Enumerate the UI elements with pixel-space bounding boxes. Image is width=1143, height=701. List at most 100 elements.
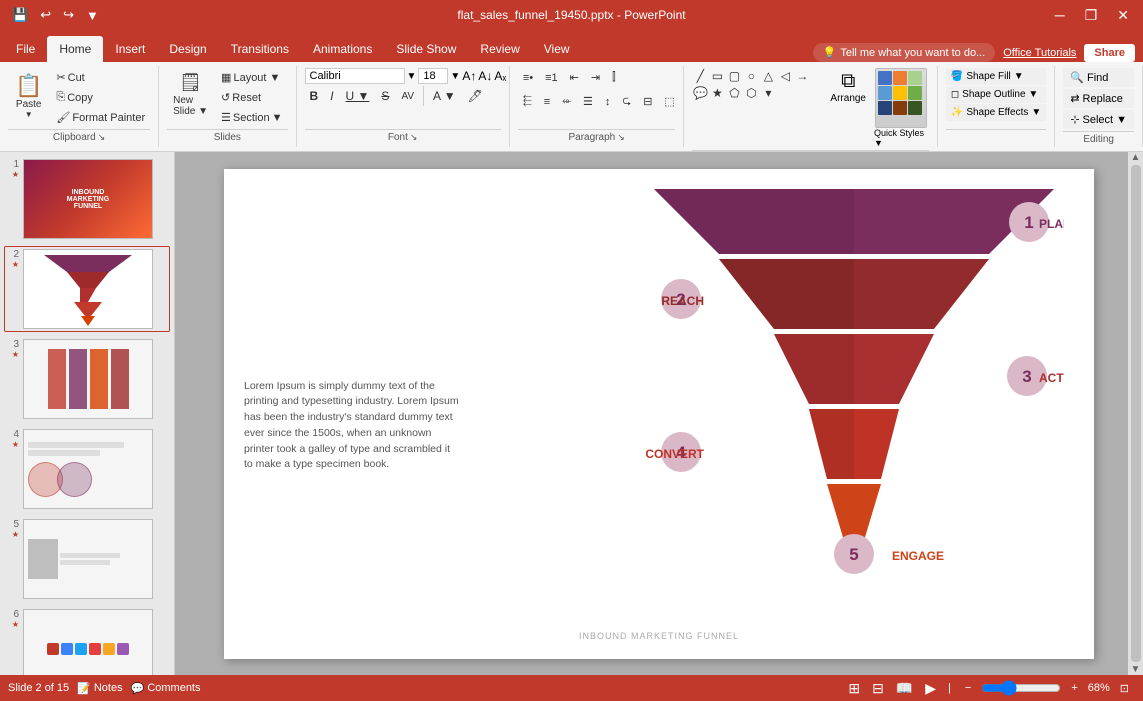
shape-effects-button[interactable]: ✨ Shape Effects ▼ xyxy=(946,104,1046,121)
reading-view-button[interactable]: 📖 xyxy=(892,678,917,699)
slide-thumb-5[interactable]: 5 ★ xyxy=(4,516,170,602)
normal-view-button[interactable]: ⊞ xyxy=(844,678,864,699)
reset-button[interactable]: ↺ Reset xyxy=(216,88,287,107)
callout-shape[interactable]: 💬 xyxy=(692,85,708,101)
zoom-slider[interactable] xyxy=(981,680,1061,696)
line-spacing-button[interactable]: ↕ xyxy=(600,93,616,111)
tab-insert[interactable]: Insert xyxy=(103,36,157,62)
slide-thumb-4[interactable]: 4 ★ xyxy=(4,426,170,512)
smartart-button[interactable]: ⬚ xyxy=(659,92,679,111)
restore-button[interactable]: ❐ xyxy=(1079,5,1104,26)
underline-button[interactable]: U ▼ xyxy=(341,86,375,106)
align-right-button[interactable]: ⬰ xyxy=(557,92,576,111)
rect-shape[interactable]: ▭ xyxy=(709,68,725,84)
notes-button[interactable]: 📝 Notes xyxy=(77,682,122,695)
align-text-button[interactable]: ⊟ xyxy=(638,92,657,111)
text-highlight-button[interactable]: 🖊 xyxy=(463,86,488,106)
layout-button[interactable]: ▦ Layout ▼ xyxy=(216,68,287,87)
tab-design[interactable]: Design xyxy=(157,36,218,62)
font-name-input[interactable] xyxy=(305,68,405,84)
font-color-button[interactable]: A ▼ xyxy=(428,86,461,106)
select-button[interactable]: ⊹ Select ▼ xyxy=(1063,110,1134,129)
italic-button[interactable]: I xyxy=(325,86,338,106)
tab-view[interactable]: View xyxy=(532,36,582,62)
tell-me-box[interactable]: 💡 Tell me what you want to do... xyxy=(813,43,996,62)
increase-indent-button[interactable]: ⇥ xyxy=(586,68,605,87)
slide-sorter-button[interactable]: ⊟ xyxy=(868,678,888,699)
scroll-down-canvas[interactable]: ▼ xyxy=(1131,664,1141,675)
tab-review[interactable]: Review xyxy=(468,36,531,62)
font-dropdown-icon[interactable]: ▼ xyxy=(407,71,417,82)
align-left-button[interactable]: ⬱ xyxy=(518,92,537,111)
triangle-shape[interactable]: △ xyxy=(760,68,776,84)
format-painter-button[interactable]: 🖌 Format Painter xyxy=(51,108,150,127)
pentagon-shape[interactable]: ⬠ xyxy=(726,85,742,101)
new-slide-button[interactable]: 🗒 NewSlide ▼ xyxy=(167,68,214,121)
slideshow-button[interactable]: ▶ xyxy=(921,678,940,699)
slide-thumb-6[interactable]: 6 ★ xyxy=(4,606,170,675)
tab-file[interactable]: File xyxy=(4,36,47,62)
save-button[interactable]: 💾 xyxy=(8,5,32,25)
shape-fill-button[interactable]: 🪣 Shape Fill ▼ xyxy=(946,68,1046,85)
copy-button[interactable]: ⎘ Copy xyxy=(51,88,150,107)
customize-button[interactable]: ▼ xyxy=(82,6,103,25)
text-direction-button[interactable]: ⮎ xyxy=(617,89,636,114)
zoom-in-button[interactable]: + xyxy=(1065,680,1083,696)
tab-home[interactable]: Home xyxy=(47,36,103,62)
shape-outline-button[interactable]: ◻ Shape Outline ▼ xyxy=(946,86,1046,103)
find-button[interactable]: 🔍 Find xyxy=(1063,68,1134,87)
clear-format-button[interactable]: Aₓ xyxy=(494,69,506,83)
tab-transitions[interactable]: Transitions xyxy=(219,36,301,62)
slide-thumb-2[interactable]: 2 ★ xyxy=(4,246,170,332)
comments-button[interactable]: 💬 Comments xyxy=(131,682,201,695)
slide-thumb-1[interactable]: 1 ★ INBOUNDMARKETINGFUNNEL xyxy=(4,156,170,242)
clipboard-expand-icon[interactable]: ↘ xyxy=(98,132,106,143)
body-text[interactable]: Lorem Ipsum is simply dummy text of the … xyxy=(244,379,459,474)
circle-shape[interactable]: ○ xyxy=(743,68,759,84)
rtriangle-shape[interactable]: ◁ xyxy=(777,68,793,84)
vertical-scrollbar[interactable]: ▲ ▼ xyxy=(1128,152,1143,675)
minimize-button[interactable]: ─ xyxy=(1049,5,1071,25)
strikethrough-button[interactable]: S xyxy=(376,86,394,106)
font-size-input[interactable] xyxy=(418,68,448,84)
kerning-button[interactable]: AV xyxy=(396,88,419,105)
increase-font-button[interactable]: A↑ xyxy=(462,69,476,83)
paste-button[interactable]: 📋 Paste ▼ xyxy=(8,68,49,127)
slide-thumb-3[interactable]: 3 ★ xyxy=(4,336,170,422)
justify-button[interactable]: ☰ xyxy=(578,92,598,111)
tab-animations[interactable]: Animations xyxy=(301,36,384,62)
decrease-font-button[interactable]: A↓ xyxy=(478,69,492,83)
bold-button[interactable]: B xyxy=(305,86,324,106)
share-button[interactable]: Share xyxy=(1084,44,1135,62)
close-button[interactable]: ✕ xyxy=(1111,5,1135,26)
hex-shape[interactable]: ⬡ xyxy=(743,85,759,101)
more-shapes[interactable]: ▾ xyxy=(760,85,776,101)
slide-content[interactable]: Lorem Ipsum is simply dummy text of the … xyxy=(224,169,1094,659)
bullets-button[interactable]: ≡• xyxy=(518,69,538,87)
align-center-button[interactable]: ≡ xyxy=(539,93,555,111)
fit-slide-button[interactable]: ⊡ xyxy=(1114,680,1135,697)
scroll-up-canvas[interactable]: ▲ xyxy=(1131,152,1141,163)
rounded-rect-shape[interactable]: ▢ xyxy=(726,68,742,84)
redo-button[interactable]: ↪ xyxy=(59,5,78,25)
tab-slideshow[interactable]: Slide Show xyxy=(384,36,468,62)
scroll-thumb[interactable] xyxy=(1131,165,1141,662)
columns-button[interactable]: ⫿ xyxy=(607,68,621,87)
section-button[interactable]: ☰ Section ▼ xyxy=(216,108,287,127)
cut-button[interactable]: ✂ Cut xyxy=(51,68,150,87)
arrange-button[interactable]: ⧉ Arrange xyxy=(824,68,872,106)
office-tutorials-link[interactable]: Office Tutorials xyxy=(1003,47,1076,59)
numbering-button[interactable]: ≡1 xyxy=(540,69,563,87)
size-dropdown-icon[interactable]: ▼ xyxy=(450,71,460,82)
star-shape[interactable]: ★ xyxy=(709,85,725,101)
slide-panel[interactable]: 1 ★ INBOUNDMARKETINGFUNNEL 2 ★ xyxy=(0,152,175,675)
decrease-indent-button[interactable]: ⇤ xyxy=(565,68,584,87)
quick-styles-button[interactable] xyxy=(875,68,927,128)
replace-button[interactable]: ⇄ Replace xyxy=(1063,89,1134,108)
undo-button[interactable]: ↩ xyxy=(36,5,55,25)
font-expand-icon[interactable]: ↘ xyxy=(410,132,418,143)
arrow-shape[interactable]: → xyxy=(794,68,810,84)
zoom-out-button[interactable]: − xyxy=(959,680,977,696)
paragraph-expand-icon[interactable]: ↘ xyxy=(617,132,625,143)
line-shape[interactable]: ╱ xyxy=(692,68,708,84)
